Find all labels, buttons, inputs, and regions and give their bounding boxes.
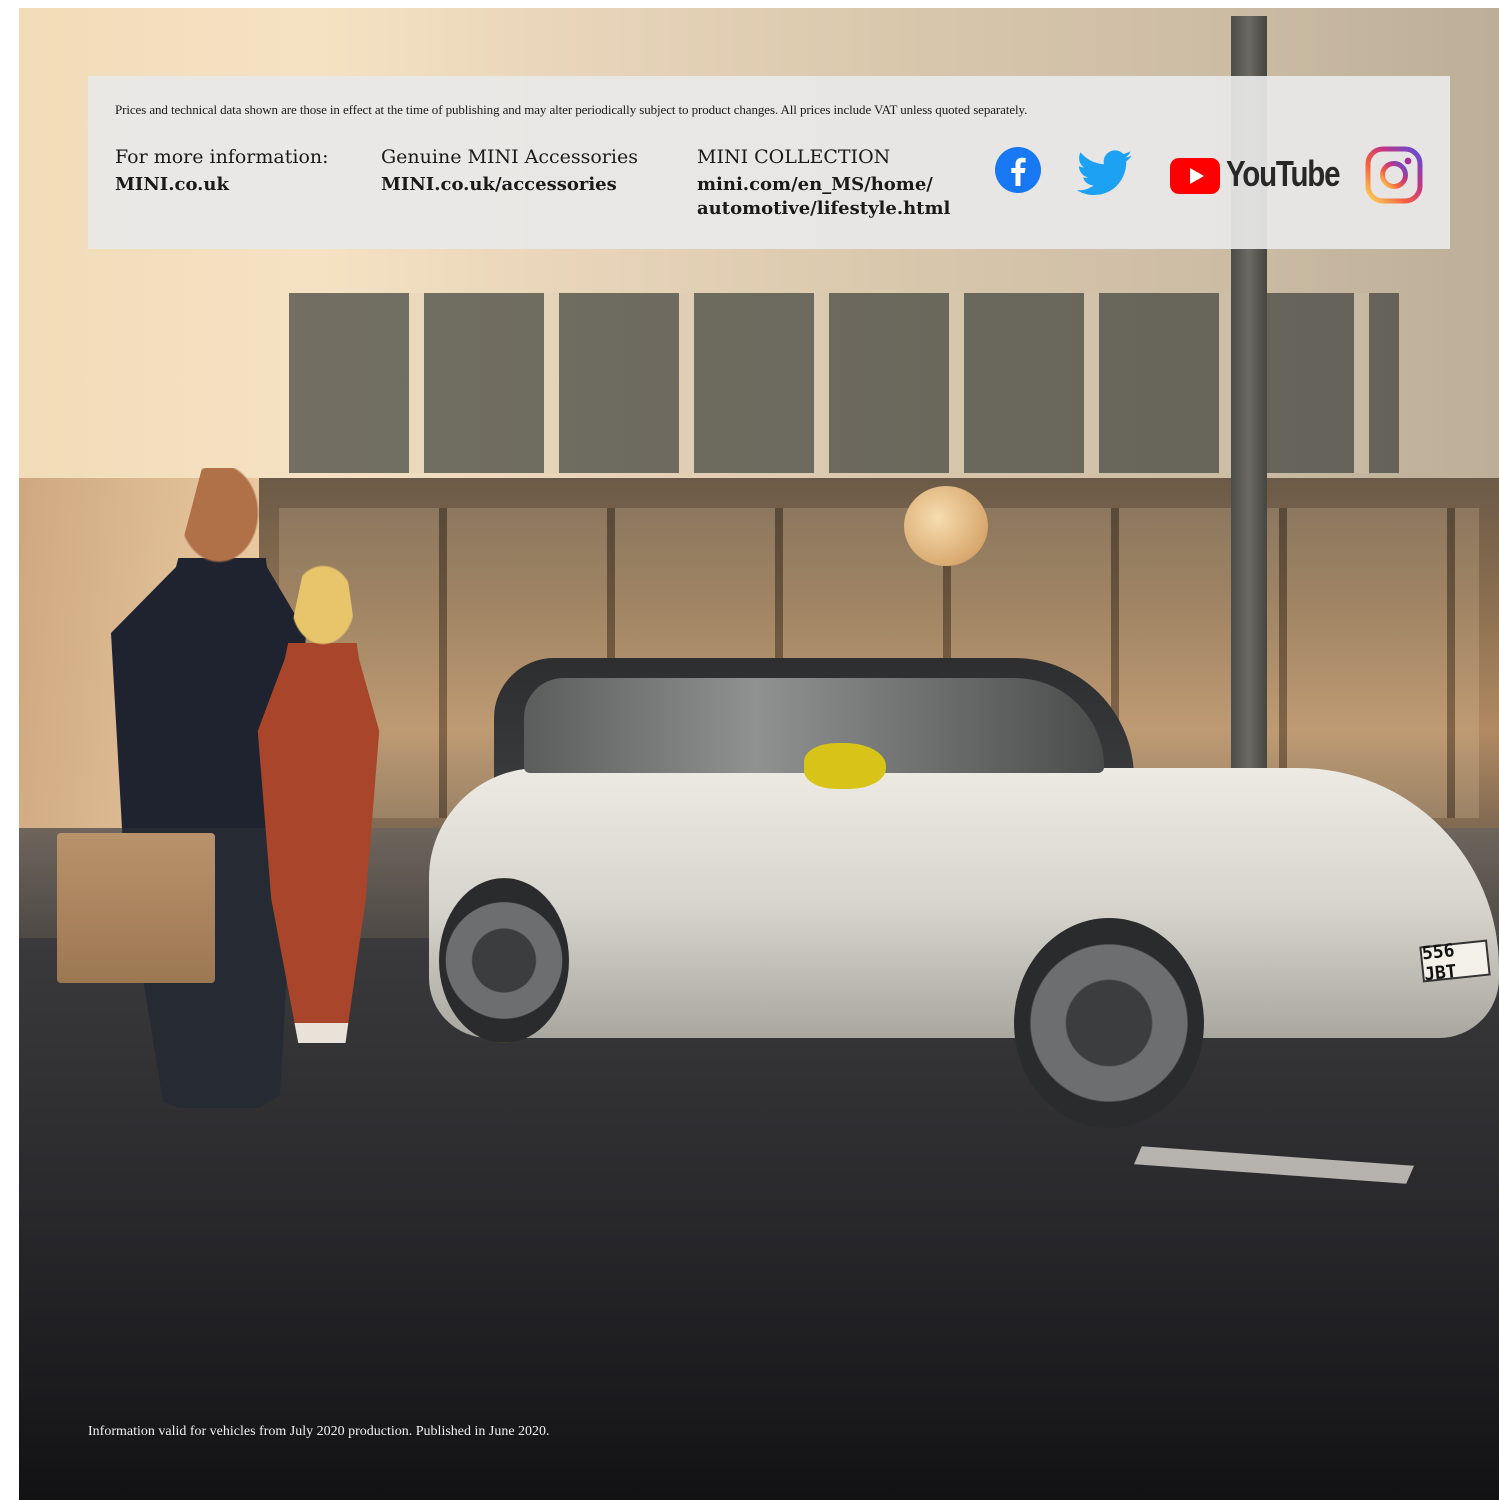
rear-wheel: [439, 878, 569, 1043]
accessories-label: Genuine MINI Accessories: [381, 146, 638, 168]
collection-link[interactable]: mini.com/en_MS/home/ automotive/lifestyl…: [697, 173, 967, 221]
paper-shopping-bag: [57, 833, 215, 983]
mini-electric-car: [429, 768, 1499, 1038]
youtube-icon[interactable]: YouTube: [1170, 152, 1341, 200]
collection-link-line2: automotive/lifestyle.html: [697, 198, 951, 219]
youtube-wordmark: YouTube: [1226, 153, 1341, 194]
front-wheel: [1014, 918, 1204, 1128]
instagram-icon[interactable]: [1365, 146, 1423, 204]
paper-lantern: [904, 486, 988, 566]
collection-label: MINI COLLECTION: [697, 146, 891, 168]
price-disclaimer: Prices and technical data shown are thos…: [115, 102, 1028, 117]
production-info-note: Information valid for vehicles from July…: [88, 1424, 550, 1439]
collection-link-line1: mini.com/en_MS/home/: [697, 174, 933, 195]
more-info-label: For more information:: [115, 146, 329, 168]
facebook-icon[interactable]: [994, 146, 1042, 194]
twitter-icon[interactable]: [1076, 150, 1134, 198]
mini-co-uk-link[interactable]: MINI.co.uk: [115, 173, 365, 197]
info-panel: Prices and technical data shown are thos…: [88, 76, 1450, 249]
accessories-link[interactable]: MINI.co.uk/accessories: [381, 173, 681, 197]
license-plate: 556 JBT: [1419, 939, 1491, 985]
collection-column: MINI COLLECTION mini.com/en_MS/home/ aut…: [697, 145, 967, 221]
more-info-column: For more information: MINI.co.uk: [115, 145, 365, 197]
accessories-column: Genuine MINI Accessories MINI.co.uk/acce…: [381, 145, 681, 197]
yellow-mirror: [804, 743, 886, 789]
brochure-back-cover: 556 JBT Prices and technical data shown …: [0, 0, 1499, 1500]
